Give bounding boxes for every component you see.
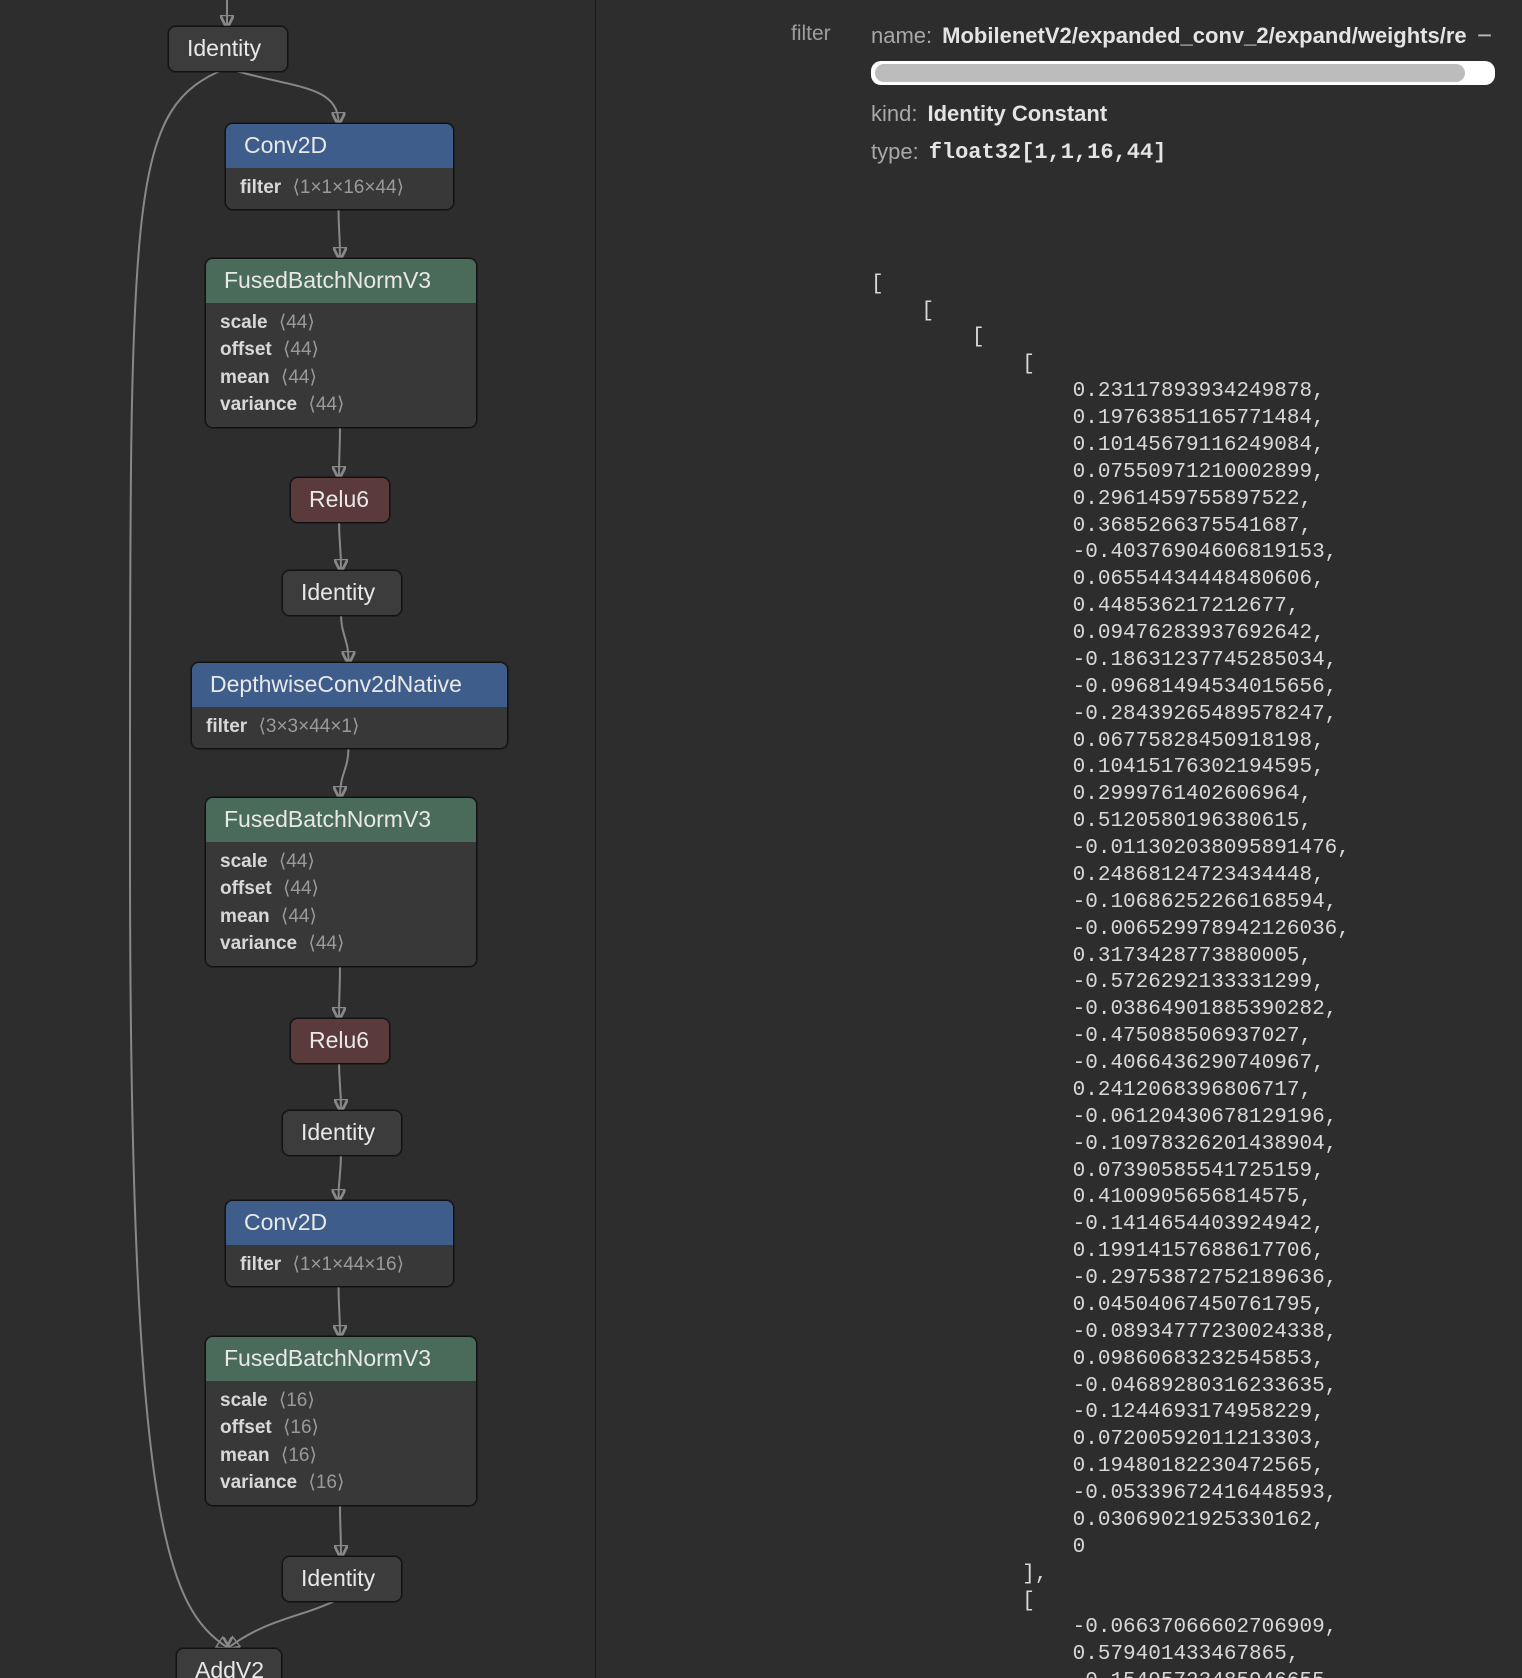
edge [339,965,340,1018]
edge [227,68,339,123]
node-title: FusedBatchNormV3 [206,798,476,842]
edge [341,612,349,662]
edge [339,207,341,258]
node-conv2d[interactable]: Conv2D filter ⟨1×1×16×44⟩ [225,123,454,210]
node-title: Identity [283,1557,401,1601]
node-attr: offset ⟨44⟩ [220,336,462,364]
node-attr: filter ⟨1×1×16×44⟩ [240,174,439,202]
kind-label: kind: [871,101,917,127]
name-value: MobilenetV2/expanded_conv_2/expand/weigh… [942,23,1467,49]
node-relu6[interactable]: Relu6 [290,1018,390,1064]
node-fusedbatchnormv3[interactable]: FusedBatchNormV3 scale ⟨44⟩offset ⟨44⟩mea… [205,797,477,967]
node-attr: mean ⟨44⟩ [220,364,462,392]
node-title: Identity [283,1111,401,1155]
node-attr: mean ⟨44⟩ [220,903,462,931]
edge [339,1284,341,1336]
node-addv2[interactable]: AddV2 [176,1648,282,1678]
edge [228,1598,341,1648]
node-conv2d[interactable]: Conv2D filter ⟨1×1×44×16⟩ [225,1200,454,1287]
node-attr: scale ⟨44⟩ [220,309,462,337]
node-attr: variance ⟨44⟩ [220,930,462,958]
edge [340,1504,341,1556]
node-title: Relu6 [291,478,389,522]
node-attr: variance ⟨16⟩ [220,1469,462,1497]
node-attr: scale ⟨44⟩ [220,848,462,876]
node-title: Conv2D [226,1201,453,1245]
tensor-dump: [ [ [ [ 0.23117893934249878, 0.197638511… [871,191,1510,1678]
kind-value: Identity Constant [927,101,1107,127]
node-attr: offset ⟨44⟩ [220,875,462,903]
node-title: FusedBatchNormV3 [206,1337,476,1381]
save-icon[interactable] [1482,195,1502,215]
node-attr: offset ⟨16⟩ [220,1414,462,1442]
type-value: float32[1,1,16,44] [929,140,1167,165]
name-label: name: [871,23,932,49]
inspector-panel: filter name: MobilenetV2/expanded_conv_2… [596,0,1522,1678]
node-fusedbatchnormv3[interactable]: FusedBatchNormV3 scale ⟨16⟩offset ⟨16⟩mea… [205,1336,477,1506]
node-attr: mean ⟨16⟩ [220,1442,462,1470]
edge [340,746,349,797]
node-depthwiseconv2dnative[interactable]: DepthwiseConv2dNative filter ⟨3×3×44×1⟩ [191,662,508,749]
node-title: Conv2D [226,124,453,168]
node-identity[interactable]: Identity [282,1556,402,1602]
node-attr: scale ⟨16⟩ [220,1387,462,1415]
edge [339,1152,342,1200]
graph-pane[interactable]: Identity Conv2D filter ⟨1×1×16×44⟩ FusedBat… [0,0,596,1678]
node-relu6[interactable]: Relu6 [290,477,390,523]
node-title: AddV2 [177,1649,281,1678]
collapse-icon[interactable]: − [1477,20,1510,51]
edge [339,1060,341,1110]
node-identity[interactable]: Identity [168,26,288,72]
node-attr: variance ⟨44⟩ [220,391,462,419]
node-title: FusedBatchNormV3 [206,259,476,303]
node-title: Relu6 [291,1019,389,1063]
node-identity[interactable]: Identity [282,570,402,616]
node-attr: filter ⟨1×1×44×16⟩ [240,1251,439,1279]
edge [339,519,341,570]
node-title: Identity [169,27,287,71]
node-identity[interactable]: Identity [282,1110,402,1156]
node-title: Identity [283,571,401,615]
filter-label: filter [791,22,831,46]
search-input[interactable] [871,61,1510,85]
node-fusedbatchnormv3[interactable]: FusedBatchNormV3 scale ⟨44⟩offset ⟨44⟩mea… [205,258,477,428]
type-label: type: [871,139,919,165]
node-attr: filter ⟨3×3×44×1⟩ [206,713,493,741]
node-title: DepthwiseConv2dNative [192,663,507,707]
edge [339,426,340,477]
